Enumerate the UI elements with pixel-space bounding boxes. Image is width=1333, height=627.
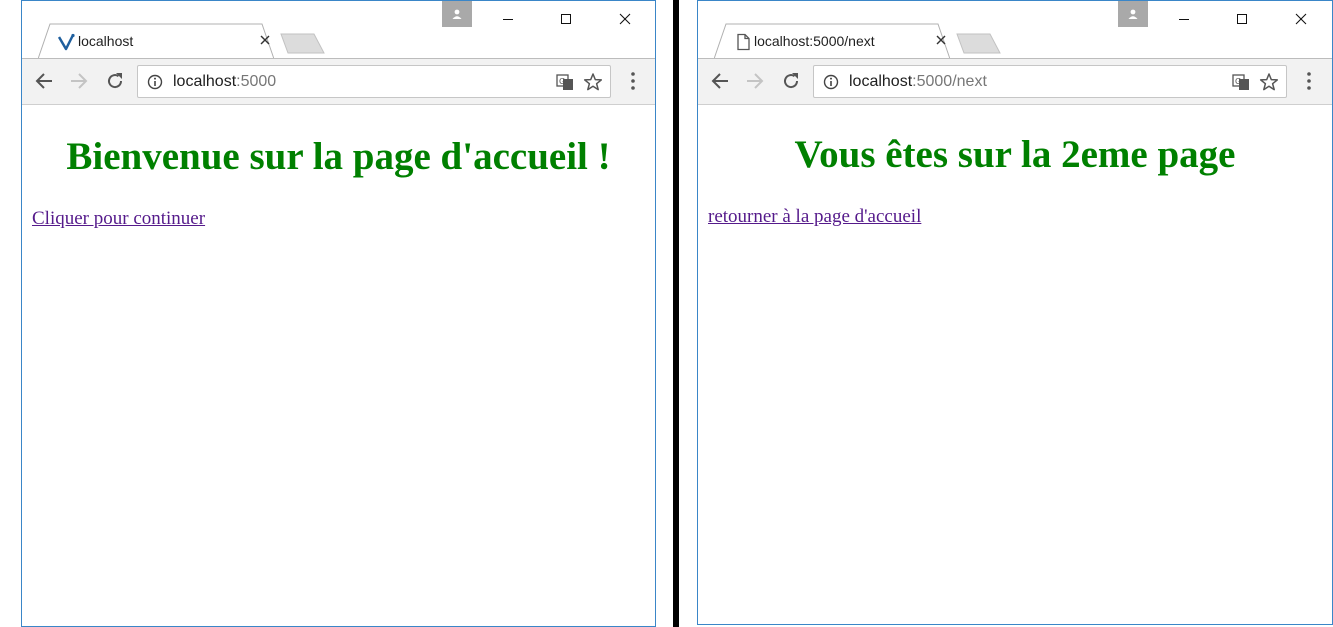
bookmark-star-icon[interactable] xyxy=(1259,72,1279,92)
page-content: Vous êtes sur la 2eme page retourner à l… xyxy=(698,105,1332,624)
maximize-icon xyxy=(561,14,571,24)
reload-icon xyxy=(108,73,123,89)
arrow-right-icon xyxy=(747,73,764,89)
new-tab-button[interactable] xyxy=(956,32,1002,56)
maximize-icon xyxy=(1237,14,1247,24)
close-window-button[interactable] xyxy=(605,6,645,32)
bookmark-star-icon[interactable] xyxy=(583,72,603,92)
browser-window-1: localhost localhost:5000 G Bienvenue sur… xyxy=(21,0,656,627)
svg-text:G: G xyxy=(559,77,565,86)
maximize-button[interactable] xyxy=(546,6,586,32)
title-bar: localhost xyxy=(22,1,655,60)
reload-button[interactable] xyxy=(779,69,803,93)
reload-button[interactable] xyxy=(103,69,127,93)
new-tab-button[interactable] xyxy=(280,32,326,56)
minimize-icon xyxy=(503,19,513,20)
browser-toolbar: localhost:5000/next G xyxy=(698,58,1332,105)
browser-window-2: localhost:5000/next localhost:5000/next … xyxy=(697,0,1333,625)
translate-icon[interactable]: G xyxy=(556,73,574,91)
close-icon xyxy=(936,35,946,45)
reload-icon xyxy=(784,73,799,89)
address-bar[interactable]: localhost:5000/next G xyxy=(813,65,1287,98)
arrow-left-icon xyxy=(35,73,52,89)
minimize-icon xyxy=(1179,19,1189,20)
person-icon xyxy=(452,9,462,19)
maximize-button[interactable] xyxy=(1222,6,1262,32)
info-icon[interactable] xyxy=(147,74,163,90)
profile-avatar-button[interactable] xyxy=(1118,1,1148,27)
arrow-right-icon xyxy=(71,73,88,89)
tab-title: localhost:5000/next xyxy=(754,33,875,49)
profile-avatar-button[interactable] xyxy=(442,1,472,27)
close-icon xyxy=(1295,13,1307,25)
browser-tab[interactable]: localhost:5000/next xyxy=(714,23,950,60)
more-menu-icon[interactable] xyxy=(631,71,635,91)
tab-close-button[interactable] xyxy=(933,32,949,48)
info-icon[interactable] xyxy=(823,74,839,90)
arrow-left-icon xyxy=(711,73,728,89)
tab-title: localhost xyxy=(78,33,134,49)
close-icon xyxy=(619,13,631,25)
browser-toolbar: localhost:5000 G xyxy=(22,58,655,105)
back-to-home-link[interactable]: retourner à la page d'accueil xyxy=(708,206,921,228)
page-heading: Vous êtes sur la 2eme page xyxy=(794,133,1236,176)
back-button[interactable] xyxy=(32,69,56,93)
continue-link[interactable]: Cliquer pour continuer xyxy=(32,208,205,230)
tab-close-button[interactable] xyxy=(257,32,273,48)
page-heading: Bienvenue sur la page d'accueil ! xyxy=(66,135,611,178)
browser-tab[interactable]: localhost xyxy=(38,23,274,60)
page-icon xyxy=(734,33,752,51)
minimize-button[interactable] xyxy=(1164,6,1204,32)
address-bar[interactable]: localhost:5000 G xyxy=(137,65,611,98)
more-menu-icon[interactable] xyxy=(1307,71,1311,91)
vivaldi-v-icon xyxy=(57,33,76,51)
translate-icon[interactable]: G xyxy=(1232,73,1250,91)
close-icon xyxy=(260,35,270,45)
person-icon xyxy=(1128,9,1138,19)
back-button[interactable] xyxy=(708,69,732,93)
close-window-button[interactable] xyxy=(1281,6,1321,32)
forward-button[interactable] xyxy=(743,69,767,93)
page-content: Bienvenue sur la page d'accueil ! Clique… xyxy=(22,105,655,626)
url-text[interactable]: localhost:5000/next xyxy=(849,73,987,91)
url-text[interactable]: localhost:5000 xyxy=(173,73,276,91)
screenshot-divider xyxy=(673,0,679,627)
minimize-button[interactable] xyxy=(488,6,528,32)
title-bar: localhost:5000/next xyxy=(698,1,1332,60)
forward-button[interactable] xyxy=(67,69,91,93)
svg-text:G: G xyxy=(1235,77,1241,86)
